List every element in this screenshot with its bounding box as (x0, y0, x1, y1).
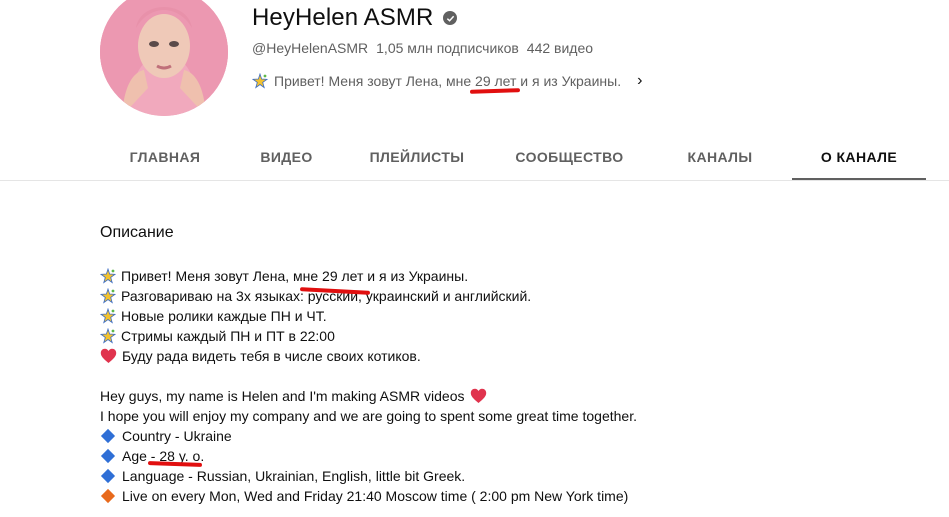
channel-name: HeyHelen ASMR (252, 4, 434, 31)
description-text: Language - Russian, Ukrainian, English, … (122, 468, 466, 484)
description-line: Country - Ukraine (100, 426, 920, 446)
tab-community[interactable]: СООБЩЕСТВО (491, 135, 648, 179)
channel-tabs: ГЛАВНАЯ ВИДЕО ПЛЕЙЛИСТЫ СООБЩЕСТВО КАНАЛ… (100, 135, 930, 180)
verified-check-icon (443, 11, 458, 25)
description-text: Буду рада видеть тебя в числе своих коти… (122, 348, 421, 364)
heart-icon (100, 348, 117, 364)
channel-avatar[interactable] (100, 0, 228, 116)
tab-playlists[interactable]: ПЛЕЙЛИСТЫ (343, 135, 491, 179)
blue-diamond-icon (100, 468, 116, 484)
heart-icon (470, 388, 487, 404)
description-line: Буду рада видеть тебя в числе своих коти… (100, 346, 920, 366)
orange-diamond-icon (100, 488, 116, 504)
sparkle-star-icon (252, 73, 268, 89)
description-line: Новые ролики каждые ПН и ЧТ. (100, 306, 920, 326)
description-text: Live on every Mon, Wed and Friday 21:40 … (122, 488, 629, 504)
channel-handle[interactable]: @HeyHelenASMR (252, 40, 368, 56)
channel-page: HeyHelen ASMR @HeyHelenASMR 1,05 млн под… (0, 0, 949, 517)
tabs-divider (0, 180, 949, 181)
video-count: 442 видео (526, 40, 594, 56)
description-text: Стримы каждый ПН и ПТ в 22:00 (121, 328, 335, 344)
tab-home[interactable]: ГЛАВНАЯ (100, 135, 230, 179)
chevron-right-icon[interactable]: › (637, 72, 642, 90)
description-text: Country - Ukraine (122, 428, 232, 444)
avatar-image (100, 0, 228, 116)
description-heading: Описание (100, 224, 174, 241)
description-line: Привет! Меня зовут Лена, мне 29 лет и я … (100, 266, 920, 286)
description-text: I hope you will enjoy my company and we … (100, 408, 637, 424)
description-line: Hey guys, my name is Helen and I'm makin… (100, 386, 920, 406)
description-preview[interactable]: Привет! Меня зовут Лена, мне 29 лет и я … (252, 72, 642, 90)
description-line: Стримы каждый ПН и ПТ в 22:00 (100, 326, 920, 346)
blue-diamond-icon (100, 428, 116, 444)
description-text: Новые ролики каждые ПН и ЧТ. (121, 308, 327, 324)
subscriber-count: 1,05 млн подписчиков (376, 40, 519, 56)
description-line: Разговариваю на 3х языках: русский, укра… (100, 286, 920, 306)
tab-videos[interactable]: ВИДЕО (230, 135, 343, 179)
sparkle-star-icon (100, 328, 116, 344)
blue-diamond-icon (100, 448, 116, 464)
sparkle-star-icon (100, 288, 116, 304)
sparkle-star-icon (100, 268, 116, 284)
description-line: I hope you will enjoy my company and we … (100, 406, 920, 426)
description-text: Hey guys, my name is Helen and I'm makin… (100, 388, 465, 404)
description-preview-text: Привет! Меня зовут Лена, мне 29 лет и я … (274, 73, 622, 89)
channel-title: HeyHelen ASMR (252, 4, 458, 32)
sparkle-star-icon (100, 308, 116, 324)
description-line: Language - Russian, Ukrainian, English, … (100, 466, 920, 486)
description-line: Live on every Mon, Wed and Friday 21:40 … (100, 486, 920, 506)
tab-about[interactable]: О КАНАЛЕ (792, 135, 926, 180)
red-marker-underline (469, 88, 521, 94)
description-text: Привет! Меня зовут Лена, мне 29 лет и я … (121, 268, 469, 284)
description-line: Age - 28 y. o. (100, 446, 920, 466)
description-body: Привет! Меня зовут Лена, мне 29 лет и я … (100, 266, 920, 506)
channel-meta: @HeyHelenASMR 1,05 млн подписчиков 442 в… (252, 40, 593, 56)
tab-channels[interactable]: КАНАЛЫ (648, 135, 792, 179)
